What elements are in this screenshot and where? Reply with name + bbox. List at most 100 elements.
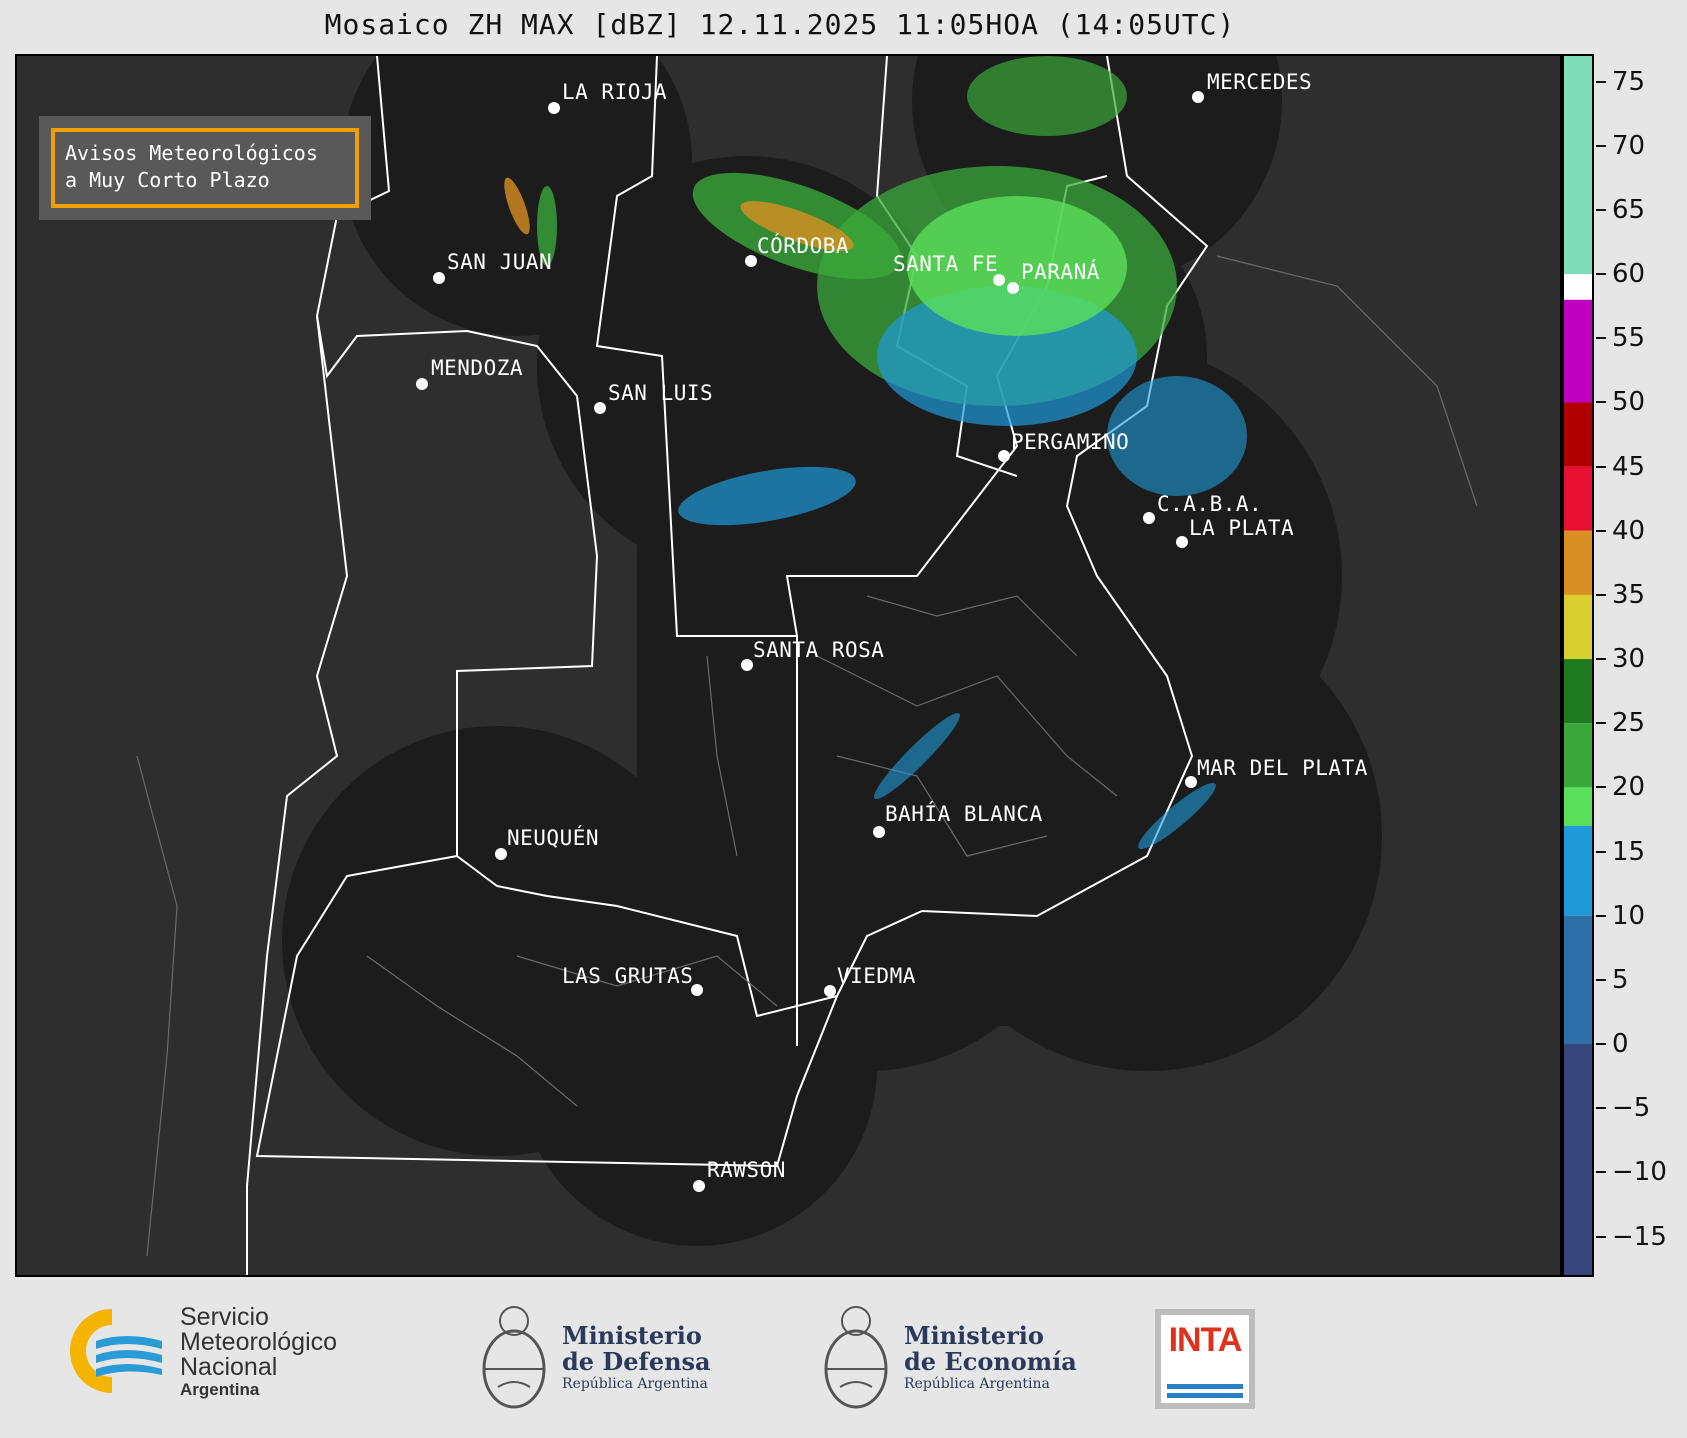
colorbar-band <box>1564 56 1592 275</box>
city-marker <box>1143 512 1155 524</box>
city-label: MAR DEL PLATA <box>1197 756 1368 780</box>
colorbar-tick-label: 55 <box>1612 323 1646 354</box>
colorbar-band <box>1564 723 1592 788</box>
city-label: PARANÁ <box>1021 260 1100 284</box>
defensa-line-1: Ministerio <box>562 1321 702 1350</box>
inta-logo: INTA <box>1155 1309 1255 1409</box>
logo-footer: Servicio Meteorológico Nacional Argentin… <box>0 1277 1687 1438</box>
inta-logo-text: INTA <box>1168 1321 1243 1359</box>
colorbar-tick-label: 45 <box>1612 451 1646 482</box>
colorbar-tick <box>1596 529 1606 532</box>
city-marker <box>1185 776 1197 788</box>
notice-frame: Avisos Meteorológicos a Muy Corto Plazo <box>51 128 359 208</box>
colorbar-tick <box>1596 1171 1606 1174</box>
colorbar-tick-label: 65 <box>1612 194 1646 225</box>
colorbar-band <box>1564 1044 1592 1275</box>
smn-name-line-3: Nacional <box>180 1353 278 1381</box>
city-marker <box>998 450 1010 462</box>
city-marker <box>1192 91 1204 103</box>
colorbar-tick <box>1596 722 1606 725</box>
colorbar-band <box>1564 402 1592 467</box>
colorbar-tick-label: 30 <box>1612 644 1646 675</box>
colorbar-tick-label: 50 <box>1612 387 1646 418</box>
city-label: MERCEDES <box>1207 70 1313 94</box>
city-marker <box>1176 536 1188 548</box>
city-label: BAHÍA BLANCA <box>885 802 1043 826</box>
city-marker <box>416 378 428 390</box>
coat-of-arms-icon <box>482 1306 546 1409</box>
city-marker <box>433 272 445 284</box>
colorbar-tick <box>1596 208 1606 211</box>
colorbar-band <box>1564 274 1592 300</box>
colorbar-tick-label: −15 <box>1612 1221 1667 1252</box>
colorbar-tick <box>1596 401 1606 404</box>
colorbar-tick-label: 5 <box>1612 964 1629 995</box>
colorbar-tick-label: 35 <box>1612 579 1646 610</box>
colorbar-tick-label: −10 <box>1612 1157 1667 1188</box>
colorbar-tick <box>1596 914 1606 917</box>
defensa-line-2: de Defensa <box>562 1347 711 1376</box>
economia-line-2: de Economía <box>904 1347 1077 1376</box>
colorbar-band <box>1564 530 1592 595</box>
city-label: SANTA ROSA <box>753 638 885 662</box>
city-marker <box>693 1180 705 1192</box>
smn-logo-icon <box>70 1305 176 1397</box>
colorbar-band <box>1564 825 1592 916</box>
city-label: LA RIOJA <box>562 80 668 104</box>
smn-name-line-4: Argentina <box>180 1380 260 1399</box>
city-label: VIEDMA <box>837 964 916 988</box>
city-marker <box>745 255 757 267</box>
map-title: Mosaico ZH MAX [dBZ] 12.11.2025 11:05HOA… <box>324 8 1236 41</box>
colorbar-tick <box>1596 593 1606 596</box>
city-label: LAS GRUTAS <box>562 964 694 988</box>
city-label: SAN LUIS <box>608 381 714 405</box>
city-label: CÓRDOBA <box>757 234 850 258</box>
colorbar-tick <box>1596 273 1606 276</box>
colorbar-tick <box>1596 658 1606 661</box>
colorbar-tick <box>1596 337 1606 340</box>
colorbar-tick-label: 40 <box>1612 515 1646 546</box>
colorbar-tick-label: −5 <box>1612 1093 1651 1124</box>
colorbar-band <box>1564 659 1592 724</box>
radar-map[interactable]: Avisos Meteorológicos a Muy Corto Plazo … <box>15 54 1562 1277</box>
city-marker <box>548 102 560 114</box>
colorbar-tick <box>1596 1107 1606 1110</box>
city-label: NEUQUÉN <box>507 826 600 850</box>
smn-name-line-1: Servicio <box>180 1303 269 1331</box>
colorbar-tick-label: 25 <box>1612 708 1646 739</box>
defensa-line-3: República Argentina <box>562 1376 708 1392</box>
city-label: SAN JUAN <box>447 250 553 274</box>
city-label: PERGAMINO <box>1011 430 1130 454</box>
colorbar-tick <box>1596 80 1606 83</box>
city-marker <box>594 402 606 414</box>
coat-of-arms-icon <box>824 1306 888 1409</box>
city-marker <box>873 826 885 838</box>
notice-line-2: a Muy Corto Plazo <box>65 168 270 192</box>
colorbar-tick-label: 15 <box>1612 836 1646 867</box>
colorbar-band <box>1564 594 1592 660</box>
notice-box: Avisos Meteorológicos a Muy Corto Plazo <box>39 116 371 220</box>
city-label: RAWSON <box>707 1158 786 1182</box>
city-label: MENDOZA <box>431 356 524 380</box>
smn-name-line-2: Meteorológico <box>180 1328 338 1356</box>
colorbar-tick <box>1596 144 1606 147</box>
colorbar-tick <box>1596 1043 1606 1046</box>
colorbar-tick <box>1596 978 1606 981</box>
colorbar-tick-label: 0 <box>1612 1029 1629 1060</box>
economia-line-1: Ministerio <box>904 1321 1044 1350</box>
colorbar-tick-label: 10 <box>1612 900 1646 931</box>
colorbar-band <box>1564 466 1592 531</box>
colorbar <box>1562 54 1594 1277</box>
colorbar-tick <box>1596 465 1606 468</box>
city-label: LA PLATA <box>1189 516 1295 540</box>
colorbar-bands <box>1564 56 1592 1275</box>
colorbar-tick <box>1596 850 1606 853</box>
notice-line-1: Avisos Meteorológicos <box>65 141 318 165</box>
colorbar-tick <box>1596 1235 1606 1238</box>
city-marker <box>495 848 507 860</box>
colorbar-tick <box>1596 786 1606 789</box>
city-label: SANTA FE <box>893 252 999 276</box>
colorbar-band <box>1564 787 1592 826</box>
colorbar-tick-label: 70 <box>1612 130 1646 161</box>
colorbar-tick-label: 75 <box>1612 66 1646 97</box>
